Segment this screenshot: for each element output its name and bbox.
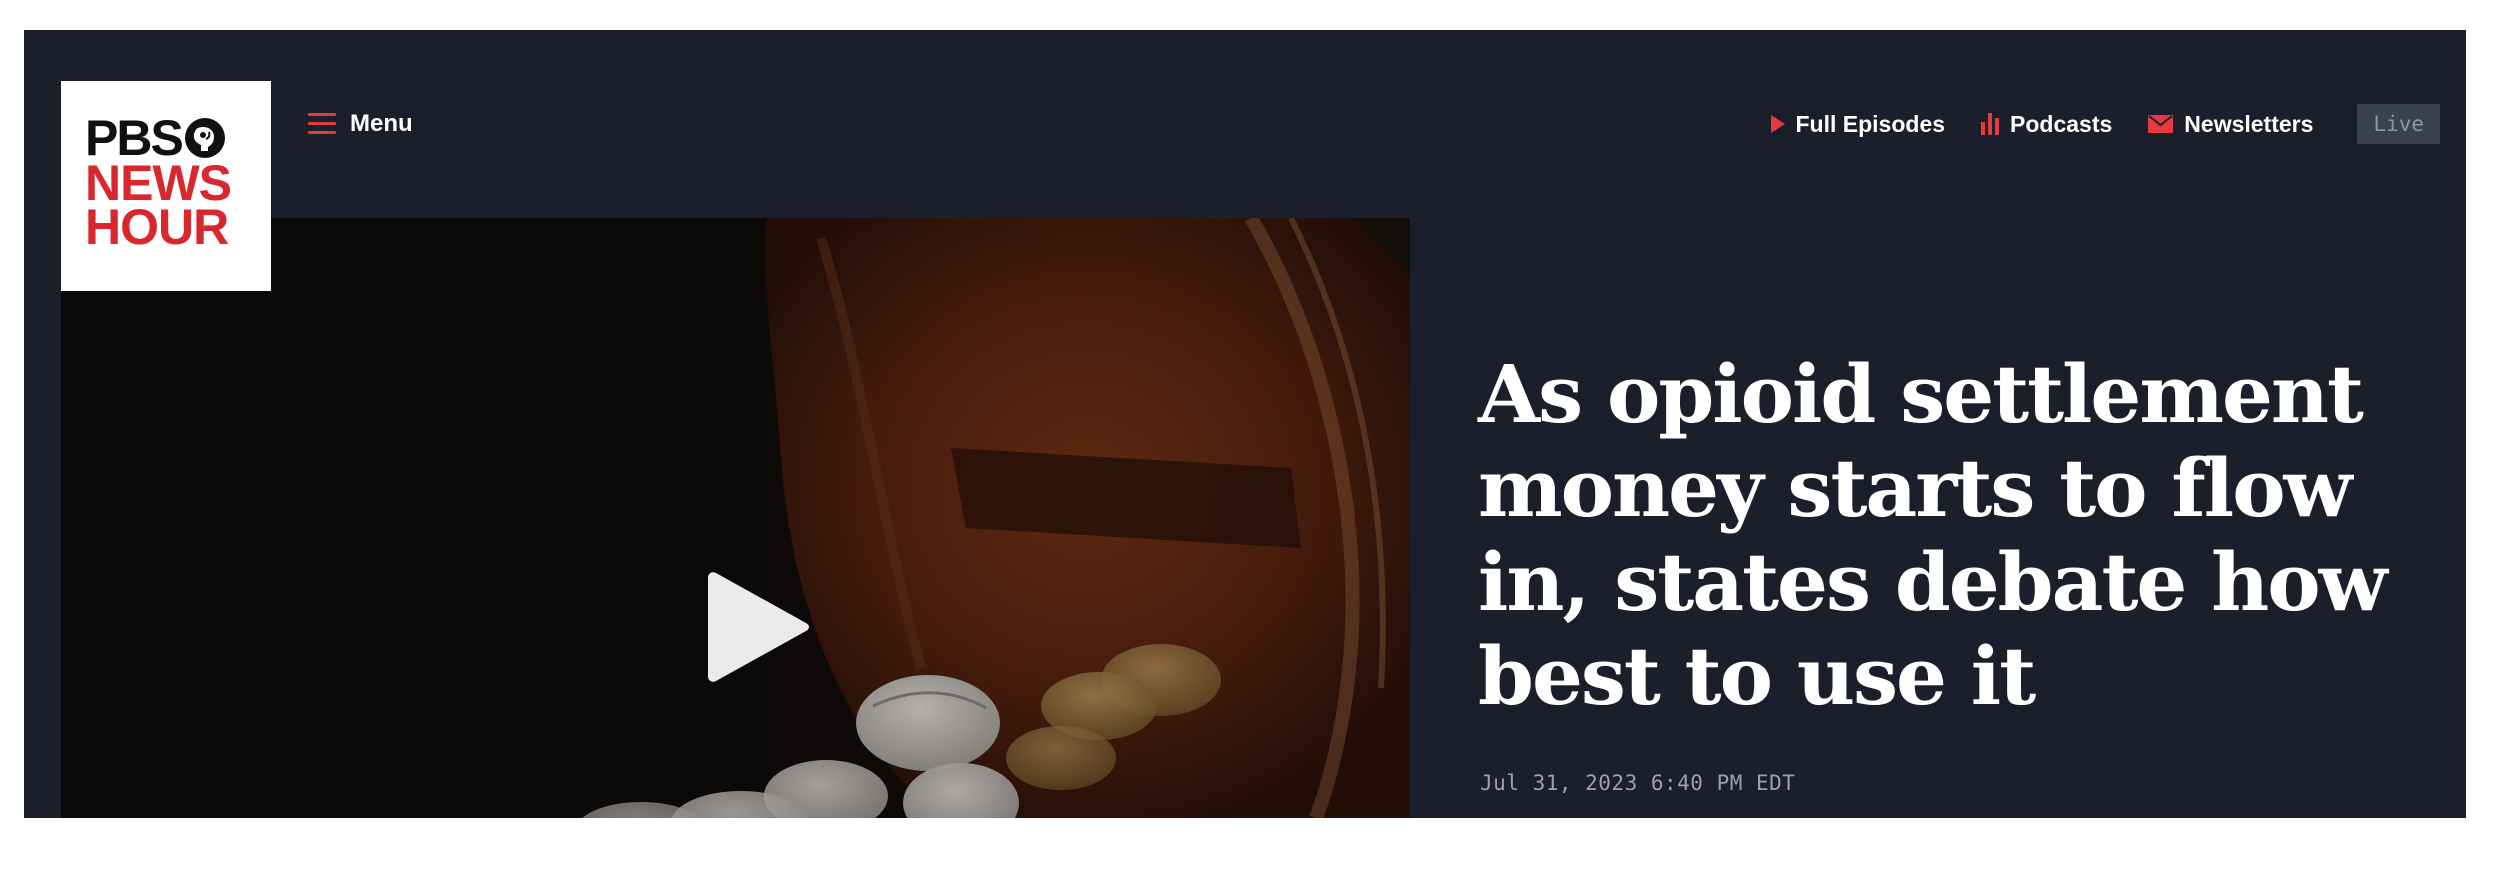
- podcast-bars-icon: [1981, 113, 2000, 135]
- nav-full-episodes[interactable]: Full Episodes: [1770, 110, 1946, 138]
- menu-label: Menu: [350, 110, 413, 137]
- video-player[interactable]: [61, 218, 1410, 818]
- pbs-head-icon: [184, 118, 225, 158]
- nav-newsletters-label: Newsletters: [2184, 110, 2314, 137]
- top-navigation: Full Episodes Podcasts Newsletters Live: [1735, 102, 2440, 146]
- play-button-icon[interactable]: [706, 569, 810, 685]
- envelope-icon: [2148, 115, 2174, 133]
- nav-podcasts-label: Podcasts: [2010, 110, 2113, 137]
- article-dateline: Jul 31, 2023 6:40 PM EDT: [1480, 771, 1796, 795]
- nav-newsletters[interactable]: Newsletters: [2148, 111, 2313, 138]
- page-frame: PBS NEWS HOUR Menu Full Episodes Podcast…: [24, 30, 2466, 818]
- hamburger-icon: [308, 113, 336, 135]
- pbs-newshour-logo[interactable]: PBS NEWS HOUR: [61, 81, 271, 291]
- play-icon: [1770, 115, 1785, 133]
- video-thumbnail: [61, 218, 1410, 818]
- article-headline: As opioid settlement money starts to flo…: [1478, 347, 2388, 723]
- live-button[interactable]: Live: [2357, 104, 2440, 144]
- logo-hour-text: HOUR: [85, 199, 229, 255]
- menu-button[interactable]: Menu: [308, 110, 413, 138]
- nav-podcasts[interactable]: Podcasts: [1981, 111, 2112, 138]
- nav-full-episodes-label: Full Episodes: [1795, 110, 1946, 137]
